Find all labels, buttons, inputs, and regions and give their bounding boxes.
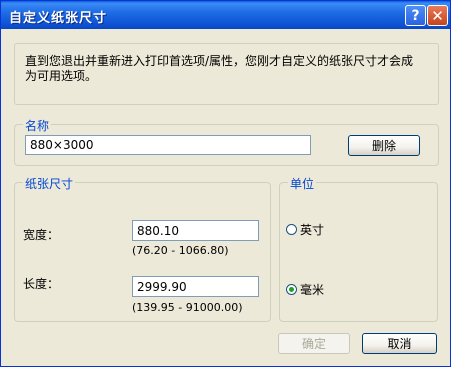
paper-name-input[interactable] (25, 135, 311, 155)
unit-mm-radio[interactable]: 毫米 (286, 281, 324, 298)
length-label: 长度： (23, 277, 60, 291)
info-panel: 直到您退出并重新进入打印首选项/属性，您刚才自定义的纸张尺寸才会成为可用选项。 (14, 43, 439, 105)
radio-selected-icon (286, 284, 297, 295)
width-input[interactable] (132, 220, 259, 241)
name-group-label: 名称 (23, 117, 52, 134)
radio-circle-icon (286, 224, 297, 235)
unit-inch-radio[interactable]: 英寸 (286, 221, 324, 238)
delete-button[interactable]: 删除 (348, 135, 420, 156)
unit-group-label: 单位 (288, 175, 317, 192)
cancel-button[interactable]: 取消 (362, 333, 437, 354)
info-text: 直到您退出并重新进入打印首选项/属性，您刚才自定义的纸张尺寸才会成为可用选项。 (25, 54, 414, 83)
paper-size-group-label: 纸张尺寸 (23, 175, 76, 192)
close-button[interactable]: ✕ (427, 5, 448, 26)
window-title: 自定义纸张尺寸 (9, 11, 108, 26)
unit-inch-label: 英寸 (300, 223, 325, 237)
close-icon: ✕ (431, 6, 444, 25)
dialog-window: 自定义纸张尺寸 ? ✕ 直到您退出并重新进入打印首选项/属性，您刚才自定义的纸张… (0, 0, 451, 367)
width-label: 宽度： (23, 228, 60, 242)
ok-button[interactable]: 确定 (278, 333, 350, 354)
help-button[interactable]: ? (405, 5, 426, 26)
length-range: (139.95 - 91000.00) (132, 301, 243, 314)
unit-group: 单位 (279, 175, 438, 322)
width-range: (76.20 - 1066.80) (132, 244, 229, 257)
title-bar: 自定义纸张尺寸 ? ✕ (1, 1, 450, 29)
unit-mm-label: 毫米 (300, 283, 325, 297)
help-icon: ? (411, 7, 420, 24)
length-input[interactable] (132, 276, 259, 297)
